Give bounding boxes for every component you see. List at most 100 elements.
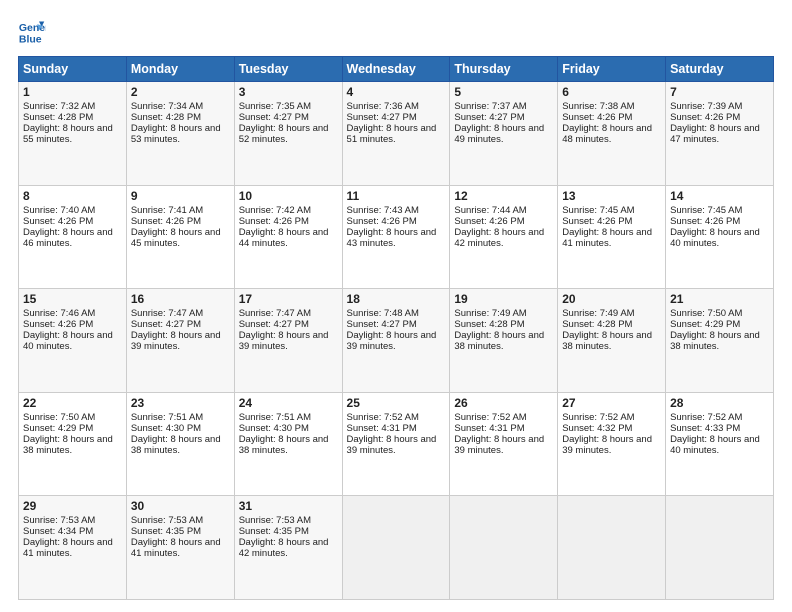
daylight: Daylight: 8 hours and 52 minutes.: [239, 123, 329, 145]
calendar-week-row: 1Sunrise: 7:32 AMSunset: 4:28 PMDaylight…: [19, 82, 774, 186]
calendar-cell: 23Sunrise: 7:51 AMSunset: 4:30 PMDayligh…: [126, 392, 234, 496]
calendar-cell: 13Sunrise: 7:45 AMSunset: 4:26 PMDayligh…: [558, 185, 666, 289]
sunrise: Sunrise: 7:42 AM: [239, 205, 311, 216]
logo: General Blue: [18, 18, 50, 46]
day-number: 10: [239, 189, 338, 203]
sunrise: Sunrise: 7:47 AM: [131, 308, 203, 319]
daylight: Daylight: 8 hours and 39 minutes.: [347, 330, 437, 352]
calendar-week-row: 15 Sunrise: 7:46 AMSunset: 4:26 PM Dayligh…: [19, 289, 774, 393]
daylight: Daylight: 8 hours and 40 minutes.: [670, 434, 760, 456]
calendar-cell: [666, 496, 774, 600]
daylight: Daylight: 8 hours and 53 minutes.: [131, 123, 221, 145]
day-number: 19: [454, 292, 553, 306]
day-number: 3: [239, 85, 338, 99]
calendar-cell: 1Sunrise: 7:32 AMSunset: 4:28 PMDaylight…: [19, 82, 127, 186]
weekday-header: Wednesday: [342, 57, 450, 82]
sunrise: Sunrise: 7:46 AM: [23, 308, 95, 319]
sunset: Sunset: 4:29 PM: [23, 423, 93, 434]
sunset: Sunset: 4:27 PM: [347, 319, 417, 330]
calendar-cell: 11Sunrise: 7:43 AMSunset: 4:26 PMDayligh…: [342, 185, 450, 289]
calendar-table: SundayMondayTuesdayWednesdayThursdayFrid…: [18, 56, 774, 600]
calendar-cell: 10Sunrise: 7:42 AMSunset: 4:26 PMDayligh…: [234, 185, 342, 289]
sunrise: Sunrise: 7:52 AM: [670, 412, 742, 423]
day-number: 24: [239, 396, 338, 410]
sunrise: Sunrise: 7:50 AM: [670, 308, 742, 319]
daylight: Daylight: 8 hours and 49 minutes.: [454, 123, 544, 145]
sunrise: Sunrise: 7:51 AM: [131, 412, 203, 423]
day-number: 1: [23, 85, 122, 99]
calendar-cell: 28Sunrise: 7:52 AMSunset: 4:33 PMDayligh…: [666, 392, 774, 496]
daylight: Daylight: 8 hours and 39 minutes.: [239, 330, 329, 352]
calendar-cell: 4Sunrise: 7:36 AMSunset: 4:27 PMDaylight…: [342, 82, 450, 186]
day-number: 18: [347, 292, 446, 306]
calendar-cell: 26Sunrise: 7:52 AMSunset: 4:31 PMDayligh…: [450, 392, 558, 496]
day-number: 9: [131, 189, 230, 203]
calendar-cell: 29Sunrise: 7:53 AMSunset: 4:34 PMDayligh…: [19, 496, 127, 600]
daylight: Daylight: 8 hours and 45 minutes.: [131, 227, 221, 249]
day-number: 11: [347, 189, 446, 203]
daylight: Daylight: 8 hours and 55 minutes.: [23, 123, 113, 145]
calendar-cell: 24Sunrise: 7:51 AMSunset: 4:30 PMDayligh…: [234, 392, 342, 496]
sunset: Sunset: 4:35 PM: [131, 526, 201, 537]
calendar-cell: 20Sunrise: 7:49 AMSunset: 4:28 PMDayligh…: [558, 289, 666, 393]
daylight: Daylight: 8 hours and 39 minutes.: [347, 434, 437, 456]
calendar-body: 1Sunrise: 7:32 AMSunset: 4:28 PMDaylight…: [19, 82, 774, 600]
sunset: Sunset: 4:35 PM: [239, 526, 309, 537]
weekday-header: Saturday: [666, 57, 774, 82]
sunset: Sunset: 4:26 PM: [347, 216, 417, 227]
calendar-cell: 15Sunrise: 7:46 AMSunset: 4:26 PMDayligh…: [19, 289, 127, 393]
sunset: Sunset: 4:26 PM: [454, 216, 524, 227]
daylight: Daylight: 8 hours and 39 minutes.: [562, 434, 652, 456]
day-number: 8: [23, 189, 122, 203]
day-number: 22: [23, 396, 122, 410]
daylight: Daylight: 8 hours and 41 minutes.: [562, 227, 652, 249]
calendar-cell: 12Sunrise: 7:44 AMSunset: 4:26 PMDayligh…: [450, 185, 558, 289]
calendar-cell: 16 Sunrise: 7:47 AMSunset: 4:27 PMDayligh…: [126, 289, 234, 393]
calendar-cell: [558, 496, 666, 600]
daylight: Daylight: 8 hours and 38 minutes.: [670, 330, 760, 352]
sunrise: Sunrise: 7:34 AM: [131, 101, 203, 112]
calendar-cell: 25Sunrise: 7:52 AMSunset: 4:31 PMDayligh…: [342, 392, 450, 496]
calendar-cell: 17Sunrise: 7:47 AMSunset: 4:27 PMDayligh…: [234, 289, 342, 393]
sunrise: Sunrise: 7:35 AM: [239, 101, 311, 112]
day-number: 15: [23, 292, 122, 306]
day-number: 27: [562, 396, 661, 410]
calendar-week-row: 8 Sunrise: 7:40 AM Sunset: 4:26 PM Daylight…: [19, 185, 774, 289]
sunrise: Sunrise: 7:45 AM: [670, 205, 742, 216]
calendar-cell: 6Sunrise: 7:38 AMSunset: 4:26 PMDaylight…: [558, 82, 666, 186]
sunrise: Sunrise: 7:47 AM: [239, 308, 311, 319]
sunset: Sunset: 4:29 PM: [670, 319, 740, 330]
daylight: Daylight: 8 hours and 38 minutes.: [23, 434, 113, 456]
sunset: Sunset: 4:33 PM: [670, 423, 740, 434]
sunrise: Sunrise: 7:51 AM: [239, 412, 311, 423]
sunrise: Sunrise: 7:36 AM: [347, 101, 419, 112]
day-number: 30: [131, 499, 230, 513]
logo-icon: General Blue: [18, 18, 46, 46]
sunrise: Sunrise: 7:43 AM: [347, 205, 419, 216]
sunrise: Sunrise: 7:38 AM: [562, 101, 634, 112]
calendar-week-row: 22Sunrise: 7:50 AMSunset: 4:29 PMDayligh…: [19, 392, 774, 496]
day-number: 16: [131, 292, 230, 306]
day-number: 7: [670, 85, 769, 99]
sunset: Sunset: 4:26 PM: [23, 319, 93, 330]
daylight: Daylight: 8 hours and 38 minutes.: [454, 330, 544, 352]
page: General Blue SundayMondayTuesdayWednesda…: [0, 0, 792, 612]
weekday-header: Sunday: [19, 57, 127, 82]
sunset: Sunset: 4:27 PM: [131, 319, 201, 330]
day-number: 21: [670, 292, 769, 306]
sunset: Sunset: 4:30 PM: [239, 423, 309, 434]
sunset: Sunset: 4:30 PM: [131, 423, 201, 434]
daylight: Daylight: 8 hours and 46 minutes.: [23, 227, 113, 249]
calendar-cell: 3 Sunrise: 7:35 AMSunset: 4:27 PMDaylight…: [234, 82, 342, 186]
sunset: Sunset: 4:32 PM: [562, 423, 632, 434]
sunrise: Sunrise: 7:53 AM: [23, 515, 95, 526]
sunrise: Sunrise: 7:50 AM: [23, 412, 95, 423]
sunrise: Sunrise: 7:40 AM: [23, 205, 95, 216]
sunrise: Sunrise: 7:39 AM: [670, 101, 742, 112]
sunrise: Sunrise: 7:53 AM: [131, 515, 203, 526]
daylight: Daylight: 8 hours and 39 minutes.: [131, 330, 221, 352]
sunset: Sunset: 4:27 PM: [239, 112, 309, 123]
weekday-header: Monday: [126, 57, 234, 82]
calendar-cell: 31Sunrise: 7:53 AMSunset: 4:35 PMDayligh…: [234, 496, 342, 600]
sunset: Sunset: 4:28 PM: [131, 112, 201, 123]
